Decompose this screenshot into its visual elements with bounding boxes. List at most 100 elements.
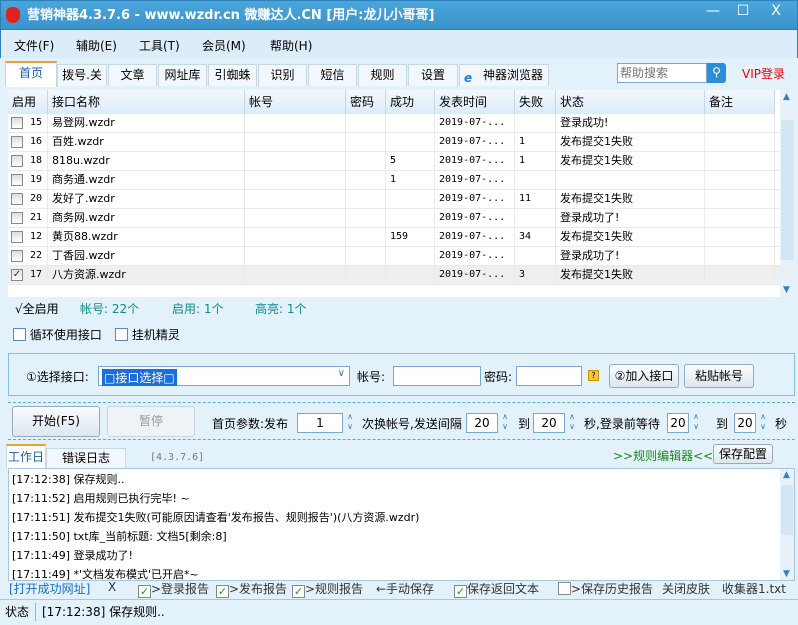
tab-recognize[interactable]: 识别 (258, 64, 307, 86)
table-row[interactable]: 18 818u.wzdr 5 2019-07-... 1 发布提交1失败 (8, 152, 780, 171)
tab-browser[interactable]: e 神器浏览器 (459, 64, 549, 86)
login-report-label: >登录报告 (151, 582, 210, 596)
account-input[interactable] (393, 366, 481, 386)
save-return-checkbox[interactable]: ✓ 保存返回文本 (454, 580, 539, 598)
table-row[interactable]: 19 商务通.wzdr 1 2019-07-... (8, 171, 780, 190)
menu-assist[interactable]: 辅助(E) (76, 37, 117, 54)
column-header[interactable]: 密码 (346, 90, 386, 114)
menu-member[interactable]: 会员(M) (202, 37, 246, 54)
enable-checkbox[interactable]: ✓ (11, 269, 23, 281)
tab-settings[interactable]: 设置 (408, 64, 458, 86)
checkbox[interactable] (115, 328, 128, 341)
column-header[interactable]: 发表时间 (435, 90, 515, 114)
table-row[interactable]: 22 丁香园.wzdr 2019-07-... 登录成功了! (8, 247, 780, 266)
interval-min-input[interactable]: 20 (466, 413, 498, 433)
table-row[interactable]: 16 百姓.wzdr 2019-07-... 1 发布提交1失败 (8, 133, 780, 152)
table-scrollbar[interactable]: ▲ ▼ (780, 90, 795, 297)
pause-button[interactable]: 暂停 (107, 406, 195, 437)
search-icon[interactable]: ⚲ (707, 63, 726, 83)
paste-account-button[interactable]: 粘贴帐号 (684, 364, 754, 388)
enable-checkbox[interactable] (11, 212, 23, 224)
open-success-urls-link[interactable]: [打开成功网址] (9, 580, 90, 597)
tab-article[interactable]: 文章 (108, 64, 157, 86)
password-input[interactable] (516, 366, 582, 386)
enable-checkbox[interactable] (11, 231, 23, 243)
table-row[interactable]: 20 发好了.wzdr 2019-07-... 11 发布提交1失败 (8, 190, 780, 209)
wait-min-input[interactable]: 20 (667, 413, 689, 433)
table-row[interactable]: 12 黄页88.wzdr 159 2019-07-... 34 发布提交1失败 (8, 228, 780, 247)
vip-login-link[interactable]: VIP登录 (742, 65, 785, 82)
enable-checkbox[interactable] (11, 117, 23, 129)
maximize-button[interactable]: ☐ (730, 0, 756, 22)
checkbox[interactable]: ✓ (292, 585, 305, 598)
checkbox[interactable]: ✓ (454, 585, 467, 598)
tab-work-log[interactable]: 工作日志 (6, 444, 46, 486)
wait-max-stepper[interactable]: ∧ ∨ (757, 412, 769, 434)
interval-min-stepper[interactable]: ∧ ∨ (499, 412, 511, 434)
close-skin-button[interactable]: 关闭皮肤 (662, 580, 710, 597)
rule-report-checkbox[interactable]: ✓ >规则报告 (292, 580, 363, 598)
collector-button[interactable]: 收集器1.txt (722, 580, 786, 597)
column-header[interactable]: 帐号 (245, 90, 346, 114)
manual-save-button[interactable]: ←手动保存 (376, 580, 434, 597)
window-title: 营销神器4.3.7.6 - www.wzdr.cn 微赚达人.CN [用户:龙儿… (27, 8, 435, 23)
enable-checkbox[interactable] (11, 155, 23, 167)
column-header[interactable]: 启用 (8, 90, 48, 114)
cycle-interface-checkbox[interactable]: 循环使用接口 (13, 326, 102, 343)
checkbox[interactable]: ✓ (138, 585, 151, 598)
checkbox[interactable]: ✓ (216, 585, 229, 598)
save-history-checkbox[interactable]: >保存历史报告 (558, 580, 653, 597)
help-icon[interactable]: ? (588, 370, 599, 381)
interface-select[interactable]: □接口选择□ ∨ (98, 366, 350, 386)
column-header[interactable]: 状态 (556, 90, 705, 114)
login-report-checkbox[interactable]: ✓ >登录报告 (138, 580, 209, 598)
publish-report-checkbox[interactable]: ✓ >发布报告 (216, 580, 287, 598)
cell-name: 商务网.wzdr (48, 209, 245, 228)
clear-button[interactable]: X (108, 580, 116, 594)
save-config-button[interactable]: 保存配置 (713, 444, 773, 464)
checkbox[interactable] (558, 582, 571, 595)
tab-sms[interactable]: 短信 (308, 64, 357, 86)
column-header[interactable]: 接口名称 (48, 90, 245, 114)
help-search-input[interactable] (617, 63, 707, 83)
interval-max-stepper[interactable]: ∧ ∨ (566, 412, 578, 434)
table-row[interactable]: 21 商务网.wzdr 2019-07-... 登录成功了! (8, 209, 780, 228)
tab-error-log[interactable]: 错误日志 (46, 448, 126, 468)
save-history-label: >保存历史报告 (571, 582, 654, 596)
cell-password (346, 247, 386, 266)
wait-min-stepper[interactable]: ∧ ∨ (690, 412, 702, 434)
enable-checkbox[interactable] (11, 193, 23, 205)
rule-editor-link[interactable]: >>规则编辑器<< (613, 447, 713, 464)
column-header[interactable]: 备注 (705, 90, 775, 114)
hang-checkbox[interactable]: 挂机精灵 (115, 326, 180, 343)
minimize-button[interactable]: — (700, 0, 726, 22)
publish-count-stepper[interactable]: ∧ ∨ (344, 412, 356, 434)
start-button[interactable]: 开始(F5) (12, 406, 100, 437)
wait-max-input[interactable]: 20 (734, 413, 756, 433)
divider (8, 402, 795, 403)
enable-checkbox[interactable] (11, 136, 23, 148)
menu-tools[interactable]: 工具(T) (139, 37, 180, 54)
cell-fail (515, 247, 556, 266)
tab-home[interactable]: 首页 (5, 61, 57, 87)
enable-checkbox[interactable] (11, 174, 23, 186)
publish-count-input[interactable]: 1 (297, 413, 343, 433)
cell-note (705, 266, 775, 285)
menu-file[interactable]: 文件(F) (14, 37, 54, 54)
table-row[interactable]: ✓ 17 八方资源.wzdr 2019-07-... 3 发布提交1失败 (8, 266, 780, 285)
tab-rules[interactable]: 规则 (358, 64, 407, 86)
menu-help[interactable]: 帮助(H) (270, 37, 312, 54)
tab-spider[interactable]: 引蜘蛛 (208, 64, 257, 86)
checkbox[interactable] (13, 328, 26, 341)
enable-all-button[interactable]: √全启用 (15, 300, 59, 317)
close-button[interactable]: X (760, 0, 792, 22)
column-header[interactable]: 失败 (515, 90, 556, 114)
interval-max-input[interactable]: 20 (533, 413, 565, 433)
tab-url-library[interactable]: 网址库 (158, 64, 207, 86)
tab-dial[interactable]: 拨号.关 (57, 64, 107, 86)
column-header[interactable]: 成功 (386, 90, 435, 114)
add-interface-button[interactable]: ②加入接口 (609, 364, 679, 388)
enable-checkbox[interactable] (11, 250, 23, 262)
log-scrollbar[interactable]: ▲ ▼ (780, 469, 794, 580)
table-row[interactable]: 15 易登网.wzdr 2019-07-... 登录成功! (8, 114, 780, 133)
